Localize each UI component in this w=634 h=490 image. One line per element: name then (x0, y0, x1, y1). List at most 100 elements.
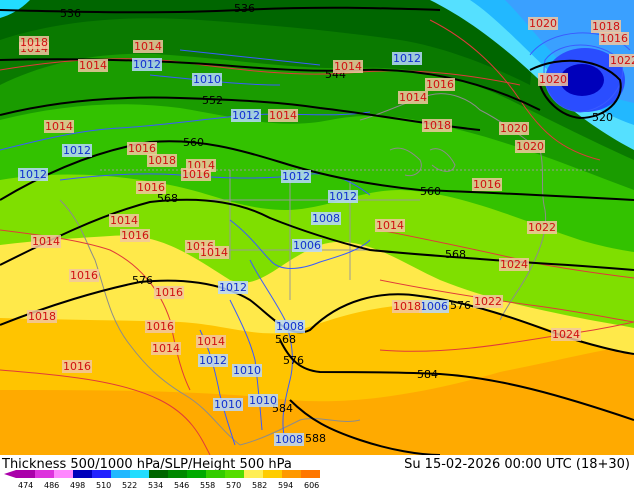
pressure-label: 1010 (232, 364, 262, 377)
pressure-label-text: 1024 (552, 328, 580, 341)
pressure-label-text: 1012 (19, 168, 47, 181)
pressure-label-text: 1014 (334, 60, 362, 73)
colorbar-label: 522 (122, 481, 137, 490)
pressure-label: 1008 (311, 212, 341, 225)
pressure-label-text: 1010 (233, 364, 261, 377)
pressure-label-text: 1014 (45, 120, 73, 133)
pressure-label-text: 1014 (79, 59, 107, 72)
colorbar-arrow (4, 470, 16, 478)
pressure-label-text: 1022 (610, 54, 634, 67)
pressure-label-text: 1012 (329, 190, 357, 203)
pressure-label-text: 1012 (63, 144, 91, 157)
colorbar-swatch (16, 470, 35, 478)
pressure-label: 1014 (109, 214, 139, 227)
pressure-label-text: 1016 (63, 360, 91, 373)
pressure-label-text: 1010 (214, 398, 242, 411)
pressure-label-text: 1014 (32, 235, 60, 248)
height-label: 536 (234, 2, 255, 15)
pressure-label-text: 1008 (312, 212, 340, 225)
colorbar-label: 534 (148, 481, 163, 490)
pressure-label-text: 1020 (529, 17, 557, 30)
pressure-label: 1008 (274, 433, 304, 446)
pressure-label: 1024 (551, 328, 581, 341)
colorbar-swatch (263, 470, 282, 478)
pressure-label-text: 1006 (420, 300, 448, 313)
pressure-label-text: 1006 (293, 239, 321, 252)
height-label: 560 (420, 185, 441, 198)
pressure-label-text: 1020 (516, 140, 544, 153)
pressure-label: 1014 (398, 91, 428, 104)
colorbar-swatch (187, 470, 206, 478)
pressure-label: 1010 (192, 73, 222, 86)
colorbar-label: 486 (44, 481, 59, 490)
colorbar-label: 498 (70, 481, 85, 490)
pressure-label-text: 1016 (473, 178, 501, 191)
pressure-label: 1018 (422, 119, 452, 132)
pressure-label-text: 1014 (200, 246, 228, 259)
pressure-label: 1016 (154, 286, 184, 299)
pressure-label-text: 1008 (275, 433, 303, 446)
colorbar: 474 486 498 510 522 534 546 558 570 582 594 606 (4, 470, 320, 490)
pressure-label-text: 1016 (426, 78, 454, 91)
colorbar-swatch (111, 470, 130, 478)
colorbar-label: 558 (200, 481, 215, 490)
pressure-label-text: 1014 (376, 219, 404, 232)
pressure-label-text: 1018 (28, 310, 56, 323)
colorbar-label: 594 (278, 481, 293, 490)
pressure-label: 1012 (231, 109, 261, 122)
colorbar-swatch (54, 470, 73, 478)
colorbar-swatch (130, 470, 149, 478)
pressure-label-text: 1014 (152, 342, 180, 355)
pressure-label-text: 1008 (276, 320, 304, 333)
pressure-label-text: 1016 (137, 181, 165, 194)
pressure-label: 1010 (248, 394, 278, 407)
height-label: 588 (305, 432, 326, 445)
pressure-label: 1012 (132, 58, 162, 71)
pressure-label-text: 1024 (500, 258, 528, 271)
pressure-label: 1018 (147, 154, 177, 167)
height-label: 536 (60, 7, 81, 20)
pressure-label-text: 1022 (528, 221, 556, 234)
pressure-label-text: 1012 (133, 58, 161, 71)
pressure-label: 1014 (151, 342, 181, 355)
pressure-label-text: 1016 (600, 32, 628, 45)
pressure-label: 1022 (609, 54, 634, 67)
pressure-label: 1016 (425, 78, 455, 91)
pressure-label: 1014 (375, 219, 405, 232)
colorbar-swatch (92, 470, 111, 478)
height-label: 568 (445, 248, 466, 261)
pressure-label: 1016 (69, 269, 99, 282)
pressure-label: 1020 (528, 17, 558, 30)
pressure-label: 1022 (473, 295, 503, 308)
colorbar-labels: 474 486 498 510 522 534 546 558 570 582 594 606 (18, 481, 319, 490)
pressure-label: 1014 (196, 335, 226, 348)
height-label: 520 (592, 111, 613, 124)
colorbar-swatch (301, 470, 320, 478)
pressure-label: 1016 (62, 360, 92, 373)
pressure-label: 1016 (181, 168, 211, 181)
pressure-label: 1016 (120, 229, 150, 242)
height-label: 576 (450, 299, 471, 312)
pressure-label: 1014 (44, 120, 74, 133)
height-label: 576 (132, 274, 153, 287)
pressure-label-text: 1018 (423, 119, 451, 132)
height-label: 576 (283, 354, 304, 367)
pressure-label-text: 1018 (148, 154, 176, 167)
pressure-label-text: 1012 (393, 52, 421, 65)
pressure-label-text: 1014 (134, 40, 162, 53)
colorbar-swatch (73, 470, 92, 478)
pressure-label: 1022 (527, 221, 557, 234)
pressure-label-text: 1022 (474, 295, 502, 308)
height-label: 584 (417, 368, 438, 381)
pressure-label: 1020 (515, 140, 545, 153)
colorbar-swatches (4, 470, 320, 478)
pressure-label: 1016 (136, 181, 166, 194)
pressure-label-text: 1014 (399, 91, 427, 104)
pressure-label: 1014 (333, 60, 363, 73)
pressure-label: 1018 (27, 310, 57, 323)
pressure-label-text: 1012 (219, 281, 247, 294)
colorbar-swatch (206, 470, 225, 478)
colorbar-swatch (168, 470, 187, 478)
pressure-label: 1014 (199, 246, 229, 259)
pressure-label-text: 1014 (197, 335, 225, 348)
